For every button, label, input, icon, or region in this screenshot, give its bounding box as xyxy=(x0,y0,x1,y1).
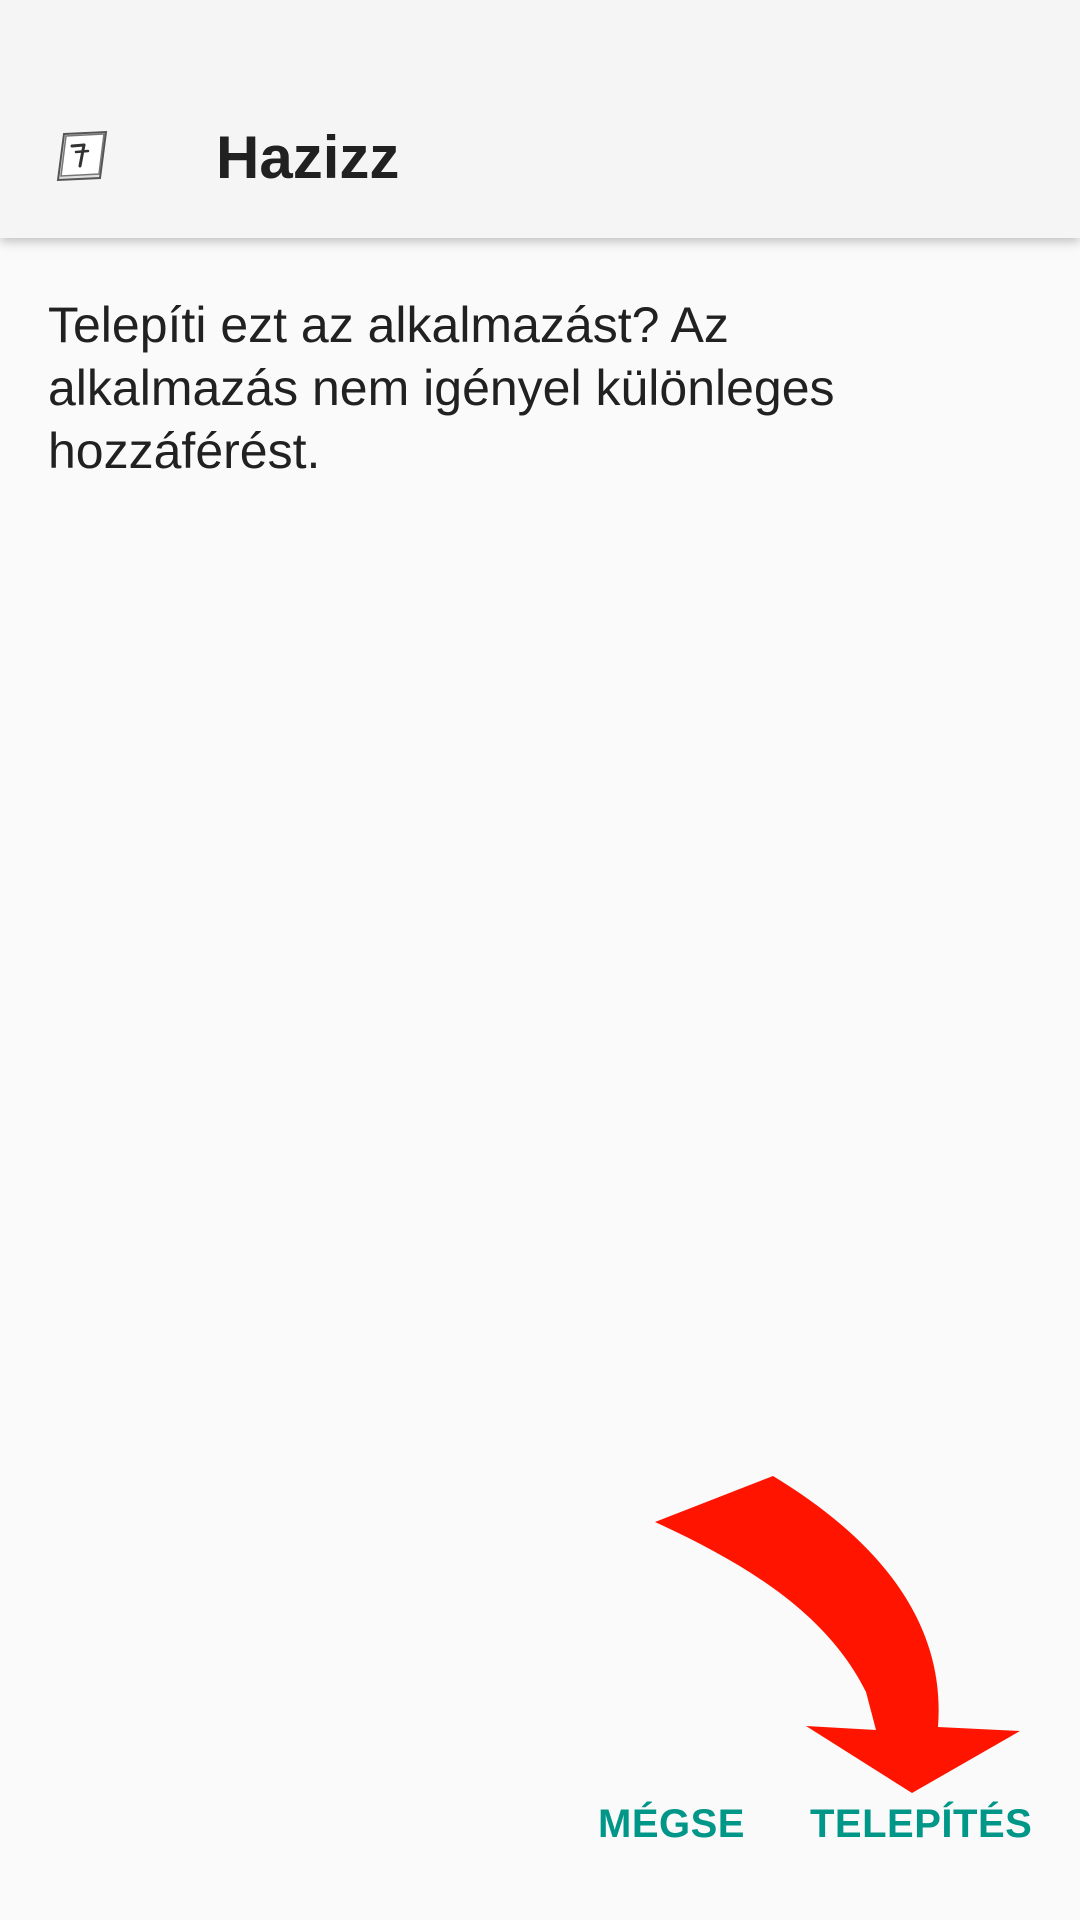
app-bar: Hazizz xyxy=(0,0,1080,238)
red-curved-arrow-icon xyxy=(655,1476,1020,1793)
app-title: Hazizz xyxy=(216,124,400,191)
cancel-button[interactable]: MÉGSE xyxy=(598,1792,745,1856)
install-screen: Hazizz Telepíti ezt az alkalmazást? Az a… xyxy=(0,0,1080,1920)
install-message: Telepíti ezt az alkalmazást? Az alkalmaz… xyxy=(48,297,835,479)
install-button[interactable]: TELEPÍTÉS xyxy=(810,1792,1032,1856)
notebook-app-icon xyxy=(56,130,108,182)
